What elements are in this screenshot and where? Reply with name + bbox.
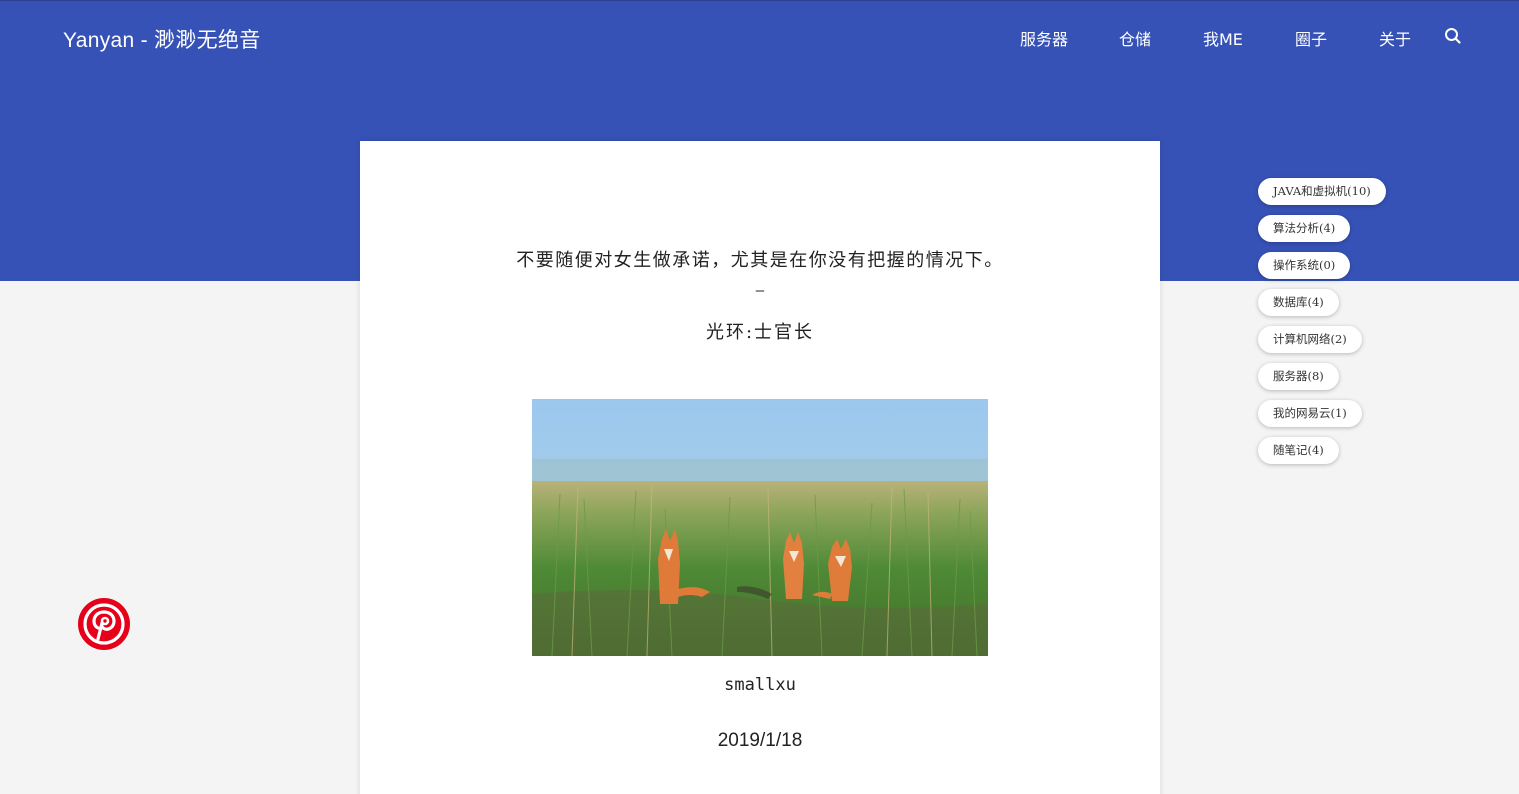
main-nav: 服务器 仓储 我ME 圈子 关于 (0, 26, 1519, 50)
tag-netease-music[interactable]: 我的网易云(1) (1258, 400, 1362, 427)
search-icon[interactable] (1444, 27, 1462, 45)
post-image (532, 399, 988, 656)
nav-item-circle[interactable]: 圈子 (1295, 26, 1327, 50)
nav-item-servers[interactable]: 服务器 (1020, 26, 1068, 50)
nav-item-me[interactable]: 我ME (1203, 26, 1243, 50)
tag-networking[interactable]: 计算机网络(2) (1258, 326, 1362, 353)
quote-dash: – (755, 283, 765, 299)
tag-databases[interactable]: 数据库(4) (1258, 289, 1339, 316)
tag-notes[interactable]: 随笔记(4) (1258, 437, 1339, 464)
post-author[interactable]: smallxu (360, 675, 1160, 695)
pinterest-icon[interactable] (78, 598, 130, 650)
nav-item-about[interactable]: 关于 (1379, 26, 1411, 50)
nav-item-storage[interactable]: 仓储 (1119, 26, 1151, 50)
post-date: 2019/1/18 (717, 730, 803, 751)
post-quote: 不要随便对女生做承诺，尤其是在你没有把握的情况下。 (516, 250, 1004, 271)
post-card: 不要随便对女生做承诺，尤其是在你没有把握的情况下。 – 光环:士官长 small… (360, 141, 1160, 794)
quote-attribution: 光环:士官长 (705, 322, 815, 343)
tag-java-jvm[interactable]: JAVA和虚拟机(10) (1258, 178, 1386, 205)
tag-servers[interactable]: 服务器(8) (1258, 363, 1339, 390)
tag-algorithms[interactable]: 算法分析(4) (1258, 215, 1351, 242)
tag-operating-systems[interactable]: 操作系统(0) (1258, 252, 1351, 279)
